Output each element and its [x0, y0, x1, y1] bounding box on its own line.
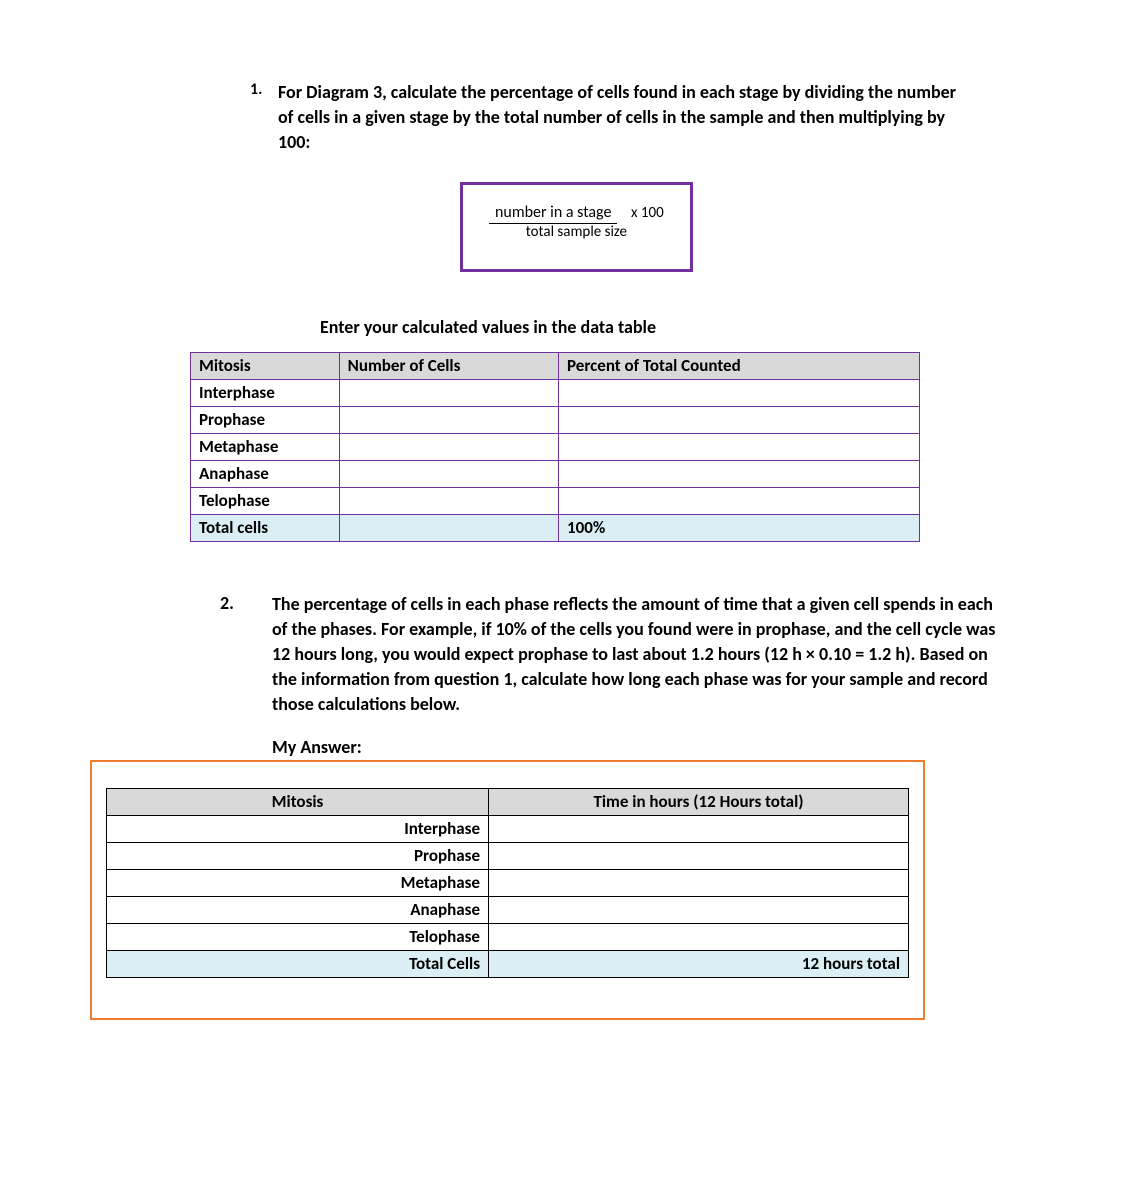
t2-header-mitosis: Mitosis	[107, 788, 489, 815]
t1-stage: Prophase	[191, 406, 340, 433]
t1-header-mitosis: Mitosis	[191, 352, 340, 379]
t2-stage: Anaphase	[107, 896, 489, 923]
t2-stage: Telophase	[107, 923, 489, 950]
t2-total-label: Total Cells	[107, 950, 489, 977]
t1-stage: Anaphase	[191, 460, 340, 487]
t1-total-num[interactable]	[339, 514, 558, 541]
t1-header-percent: Percent of Total Counted	[559, 352, 920, 379]
table-row: Telophase	[191, 487, 920, 514]
t2-time-cell[interactable]	[489, 869, 909, 896]
t1-num-cell[interactable]	[339, 487, 558, 514]
answer-box: Mitosis Time in hours (12 Hours total) I…	[90, 760, 925, 1020]
table-row: Telophase	[107, 923, 909, 950]
mitosis-time-table: Mitosis Time in hours (12 Hours total) I…	[106, 788, 909, 978]
q2-text: The percentage of cells in each phase re…	[272, 592, 1003, 718]
table-row: Anaphase	[107, 896, 909, 923]
t1-stage: Metaphase	[191, 433, 340, 460]
t2-stage: Interphase	[107, 815, 489, 842]
t2-time-cell[interactable]	[489, 923, 909, 950]
t2-time-cell[interactable]	[489, 896, 909, 923]
table-row: Prophase	[107, 842, 909, 869]
t1-total-pct: 100%	[559, 514, 920, 541]
t1-header-number: Number of Cells	[339, 352, 558, 379]
table-row: Interphase	[107, 815, 909, 842]
formula-box: number in a stage x 100 total sample siz…	[460, 182, 693, 272]
t1-pct-cell[interactable]	[559, 379, 920, 406]
t1-stage: Interphase	[191, 379, 340, 406]
table-row-total: Total Cells 12 hours total	[107, 950, 909, 977]
t1-num-cell[interactable]	[339, 406, 558, 433]
formula-numerator: number in a stage	[489, 203, 617, 224]
t2-header-time: Time in hours (12 Hours total)	[489, 788, 909, 815]
table-row: Metaphase	[191, 433, 920, 460]
t1-total-label: Total cells	[191, 514, 340, 541]
t2-time-cell[interactable]	[489, 815, 909, 842]
t2-stage: Metaphase	[107, 869, 489, 896]
question-1: 1. For Diagram 3, calculate the percenta…	[250, 80, 963, 272]
enter-instruction: Enter your calculated values in the data…	[320, 316, 1063, 338]
q1-text: For Diagram 3, calculate the percentage …	[278, 80, 963, 156]
formula-multiplier: x 100	[631, 204, 664, 222]
t1-stage: Telophase	[191, 487, 340, 514]
t1-num-cell[interactable]	[339, 379, 558, 406]
t1-pct-cell[interactable]	[559, 406, 920, 433]
q1-number: 1.	[250, 80, 278, 156]
q2-number: 2.	[220, 592, 272, 718]
t2-time-cell[interactable]	[489, 842, 909, 869]
table-row: Metaphase	[107, 869, 909, 896]
t2-total-time: 12 hours total	[489, 950, 909, 977]
mitosis-percent-table: Mitosis Number of Cells Percent of Total…	[190, 352, 920, 542]
table-row: Anaphase	[191, 460, 920, 487]
t1-pct-cell[interactable]	[559, 487, 920, 514]
my-answer-label: My Answer:	[272, 736, 1063, 758]
table-row: Interphase	[191, 379, 920, 406]
formula-denominator: total sample size	[489, 222, 664, 241]
question-2: 2. The percentage of cells in each phase…	[220, 592, 1003, 718]
t1-pct-cell[interactable]	[559, 460, 920, 487]
t1-num-cell[interactable]	[339, 460, 558, 487]
t1-num-cell[interactable]	[339, 433, 558, 460]
table-row-total: Total cells 100%	[191, 514, 920, 541]
t1-pct-cell[interactable]	[559, 433, 920, 460]
table-row: Prophase	[191, 406, 920, 433]
t2-stage: Prophase	[107, 842, 489, 869]
